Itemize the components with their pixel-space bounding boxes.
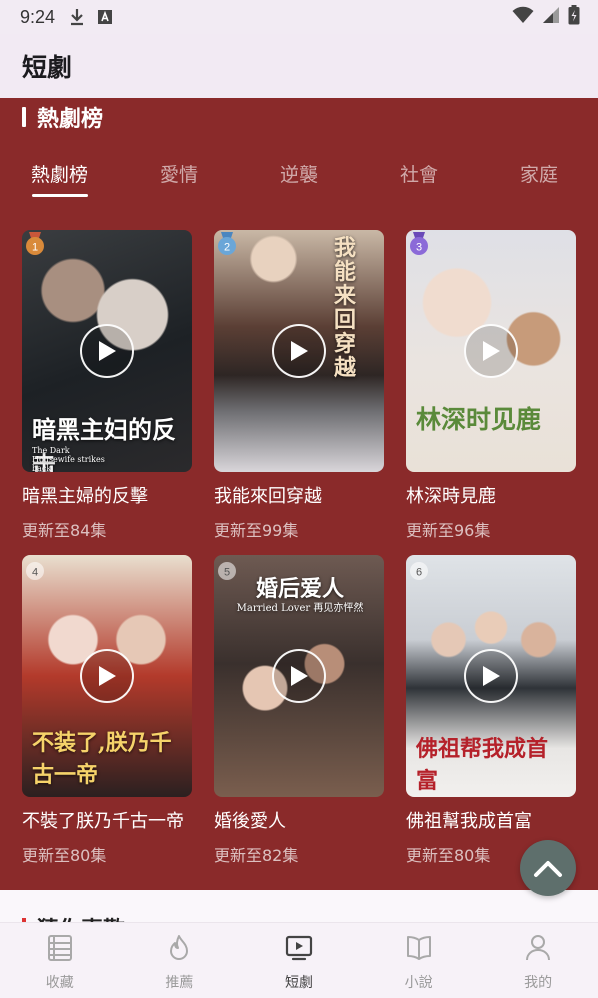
- nav-recommend[interactable]: 推薦: [120, 923, 240, 998]
- drama-poster[interactable]: 不装了,朕乃千古一帝 4: [22, 555, 192, 797]
- tab-hot[interactable]: 熱劇榜: [31, 160, 88, 187]
- drama-card[interactable]: 暗黑主妇的反击 The Dark Housewife strikes back …: [22, 230, 192, 541]
- poster-subcaption: The Dark Housewife strikes back: [32, 446, 105, 472]
- section-accent-bar: [22, 107, 26, 127]
- drama-card[interactable]: 林深时见鹿 3 林深時見鹿 更新至96集: [406, 230, 576, 541]
- drama-episode-status: 更新至96集: [406, 521, 491, 540]
- tv-play-icon: [285, 935, 313, 961]
- tab-comeback[interactable]: 逆襲: [280, 160, 318, 187]
- poster-caption: 佛祖帮我成首富: [416, 736, 549, 794]
- play-icon[interactable]: [272, 649, 326, 703]
- drama-title: 婚後愛人: [214, 811, 286, 832]
- drama-episode-status: 更新至82集: [214, 846, 299, 865]
- drama-title: 暗黑主婦的反擊: [22, 486, 148, 507]
- drama-card[interactable]: 佛祖帮我成首富 6 佛祖幫我成首富 更新至80集: [406, 555, 576, 866]
- rank-badge: 1: [25, 232, 45, 256]
- tab-romance[interactable]: 愛情: [160, 160, 198, 187]
- drama-title: 林深時見鹿: [406, 486, 496, 507]
- battery-icon: [568, 4, 580, 30]
- nav-short-drama[interactable]: 短劇: [239, 923, 359, 998]
- nav-novel[interactable]: 小說: [359, 923, 479, 998]
- tab-society[interactable]: 社會: [400, 160, 438, 187]
- play-icon[interactable]: [464, 649, 518, 703]
- chevron-up-icon: [534, 861, 562, 877]
- drama-episode-status: 更新至84集: [22, 521, 107, 540]
- poster-subcaption: Married Lover 再见亦怦然: [236, 603, 364, 614]
- drama-card[interactable]: 婚后爱人 Married Lover 再见亦怦然 5 婚後愛人 更新至82集: [214, 555, 384, 866]
- svg-text:1: 1: [32, 242, 38, 254]
- wifi-icon: [512, 6, 534, 29]
- rank-badge: 3: [409, 232, 429, 256]
- drama-episode-status: 更新至80集: [22, 846, 107, 865]
- drama-title: 不裝了朕乃千古一帝: [22, 811, 184, 832]
- svg-text:3: 3: [416, 242, 422, 254]
- nav-favorites[interactable]: 收藏: [0, 923, 120, 998]
- drama-card[interactable]: 我能来回穿越 2 我能來回穿越 更新至99集: [214, 230, 384, 541]
- drama-poster[interactable]: 我能来回穿越 2: [214, 230, 384, 472]
- poster-caption: 我能来回穿越: [334, 235, 357, 381]
- rank-badge: 4: [25, 557, 45, 581]
- status-time: 9:24: [20, 6, 56, 27]
- active-tab-indicator: [32, 194, 88, 197]
- flame-icon: [170, 935, 189, 960]
- open-book-icon: [406, 936, 431, 960]
- play-icon[interactable]: [272, 324, 326, 378]
- section-header: 熱劇榜: [22, 102, 103, 132]
- nav-profile[interactable]: 我的: [478, 923, 598, 998]
- download-icon: [69, 8, 85, 26]
- user-icon: [526, 935, 551, 961]
- play-icon[interactable]: [464, 324, 518, 378]
- drama-title: 佛祖幫我成首富: [406, 811, 532, 832]
- rank-badge: 6: [409, 557, 429, 581]
- page-title: 短劇: [22, 54, 73, 82]
- drama-poster[interactable]: 婚后爱人 Married Lover 再见亦怦然 5: [214, 555, 384, 797]
- bottom-nav: 收藏 推薦 短劇 小說 我的: [0, 922, 598, 998]
- bookmark-list-icon: [47, 935, 72, 961]
- drama-poster[interactable]: 暗黑主妇的反击 The Dark Housewife strikes back …: [22, 230, 192, 472]
- category-tabs: 熱劇榜 愛情 逆襲 社會 家庭: [0, 160, 598, 200]
- svg-text:5: 5: [224, 567, 230, 579]
- signal-icon: [542, 6, 560, 29]
- drama-title: 我能來回穿越: [214, 486, 322, 507]
- svg-text:4: 4: [32, 567, 38, 579]
- rank-badge: 5: [217, 557, 237, 581]
- hot-dramas-panel: 熱劇榜 熱劇榜 愛情 逆襲 社會 家庭 暗黑主妇的反击 The Dark Hou…: [0, 98, 598, 890]
- tab-family[interactable]: 家庭: [520, 160, 558, 187]
- play-icon[interactable]: [80, 649, 134, 703]
- svg-text:6: 6: [416, 567, 422, 579]
- drama-card[interactable]: 不装了,朕乃千古一帝 4 不裝了朕乃千古一帝 更新至80集: [22, 555, 192, 866]
- drama-poster[interactable]: 林深时见鹿 3: [406, 230, 576, 472]
- status-bar: 9:24: [0, 0, 598, 34]
- nav-label: 短劇: [284, 975, 313, 991]
- rank-badge: 2: [217, 232, 237, 256]
- play-icon[interactable]: [80, 324, 134, 378]
- nav-label: 小說: [404, 975, 433, 991]
- drama-poster[interactable]: 佛祖帮我成首富 6: [406, 555, 576, 797]
- svg-text:2: 2: [224, 242, 230, 254]
- app-bar: 短劇: [0, 34, 598, 98]
- drama-episode-status: 更新至99集: [214, 521, 299, 540]
- poster-caption: 不装了,朕乃千古一帝: [32, 730, 172, 788]
- nav-label: 推薦: [165, 975, 194, 991]
- a-box-icon: [97, 9, 113, 25]
- section-title: 熱劇榜: [37, 107, 104, 132]
- scroll-to-top-button[interactable]: [520, 840, 576, 896]
- poster-caption: 林深时见鹿: [416, 405, 542, 434]
- nav-label: 我的: [524, 975, 553, 991]
- nav-label: 收藏: [45, 975, 74, 991]
